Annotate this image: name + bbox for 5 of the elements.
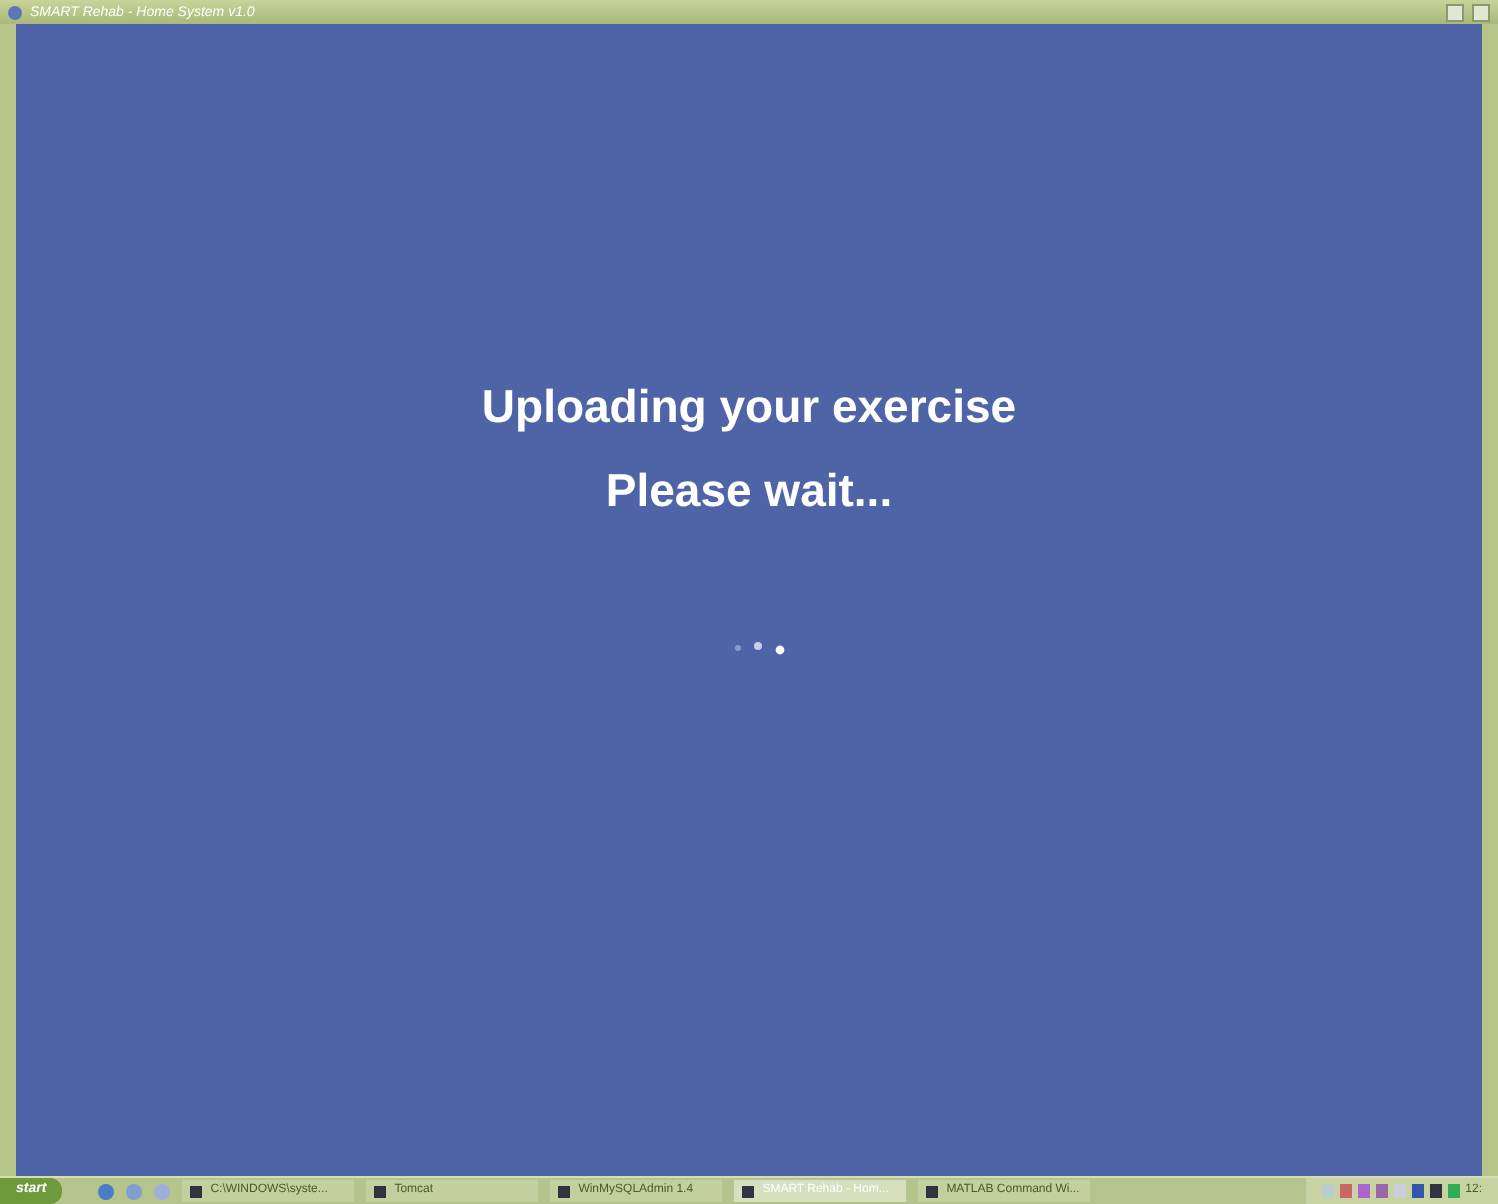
maximize-button[interactable] xyxy=(1472,3,1490,21)
upload-message: Uploading your exercise xyxy=(481,384,1017,430)
app-icon xyxy=(8,5,22,19)
minimize-button[interactable] xyxy=(1446,3,1464,21)
wait-message: Please wait... xyxy=(605,468,893,514)
